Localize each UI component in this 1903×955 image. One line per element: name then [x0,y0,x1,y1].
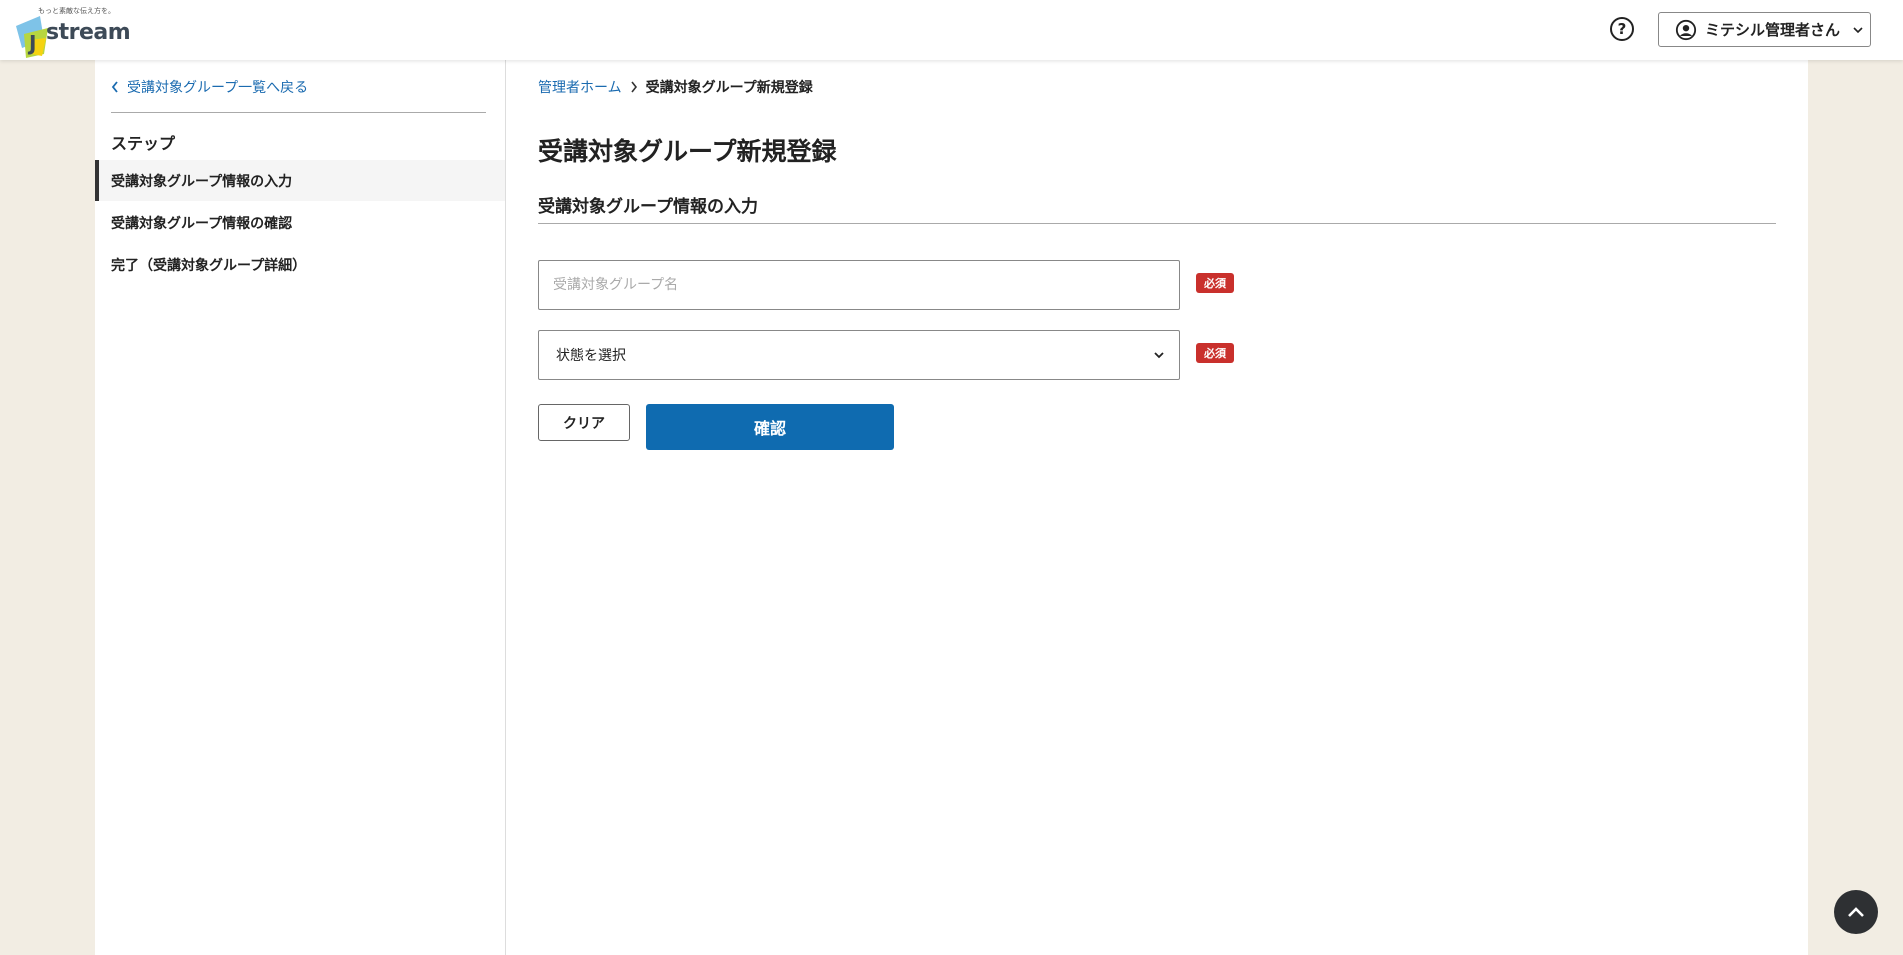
chevron-up-icon [1848,907,1864,917]
status-select[interactable]: 状態を選択 [538,330,1180,380]
status-select-value: 状態を選択 [556,348,626,364]
user-menu-button[interactable]: ミテシル管理者さん [1658,12,1871,47]
breadcrumb: 管理者ホーム 受講対象グループ新規登録 [538,77,813,97]
section-title: 受講対象グループ情報の入力 [538,197,758,217]
sidebar: 受講対象グループ一覧へ戻る ステップ 受講対象グループ情報の入力 受講対象グルー… [95,60,506,955]
breadcrumb-current: 受講対象グループ新規登録 [645,80,813,96]
main-content: 管理者ホーム 受講対象グループ新規登録 受講対象グループ新規登録 受講対象グルー… [506,60,1808,955]
step-item-complete: 完了（受講対象グループ詳細） [95,244,505,285]
back-link-label: 受講対象グループ一覧へ戻る [127,80,309,96]
step-label: 受講対象グループ情報の確認 [111,215,293,232]
back-to-group-list-link[interactable]: 受講対象グループ一覧へ戻る [111,77,308,97]
steps-heading: ステップ [111,134,176,153]
required-badge: 必須 [1196,343,1234,363]
step-label: 受講対象グループ情報の入力 [111,173,293,190]
help-button[interactable]: ? [1610,17,1634,41]
logo-tagline: もっと素敵な伝え方を。 [38,7,115,15]
sidebar-divider [111,112,486,113]
group-name-input[interactable] [538,260,1180,310]
chevron-right-icon [630,81,638,93]
chevron-down-icon [1154,352,1164,359]
chevron-down-icon [1853,26,1863,33]
page-title: 受講対象グループ新規登録 [538,137,837,166]
clear-button[interactable]: クリア [538,404,630,441]
step-label: 完了（受講対象グループ詳細） [111,257,307,274]
scroll-to-top-button[interactable] [1834,890,1878,934]
app-header: J もっと素敵な伝え方を。 stream ? ミテシル管理者さん [0,0,1903,60]
user-name: ミテシル管理者さん [1705,21,1841,39]
section-divider [538,223,1776,224]
logo-wordmark: stream [46,20,131,45]
breadcrumb-home-link[interactable]: 管理者ホーム [538,77,622,97]
chevron-left-icon [111,81,118,93]
question-circle-icon: ? [1617,20,1627,38]
step-item-input: 受講対象グループ情報の入力 [95,160,505,201]
jstream-logo[interactable]: J もっと素敵な伝え方を。 stream [14,6,131,58]
confirm-button[interactable]: 確認 [646,404,894,450]
svg-text:J: J [27,31,36,55]
required-badge: 必須 [1196,273,1234,293]
user-circle-icon [1675,19,1697,40]
step-item-confirm: 受講対象グループ情報の確認 [95,202,505,243]
